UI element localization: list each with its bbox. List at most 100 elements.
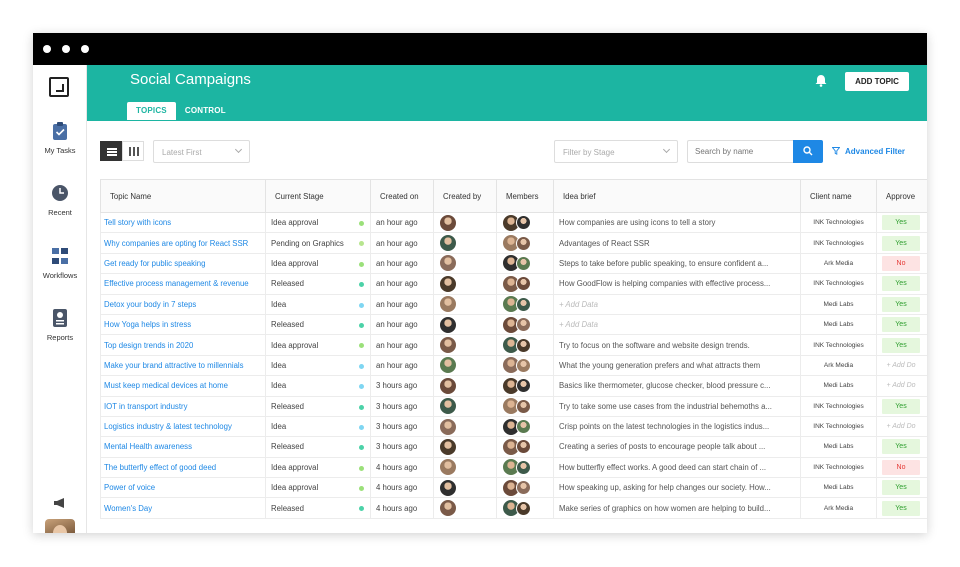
approve-cell[interactable]: Yes [876, 334, 927, 356]
user-avatar[interactable] [45, 519, 75, 533]
window-dot[interactable] [62, 45, 70, 53]
idea-brief-cell[interactable]: Make series of graphics on how women are… [553, 497, 801, 519]
idea-brief-cell[interactable]: Advantages of React SSR [553, 232, 801, 254]
created-by-cell[interactable] [433, 497, 497, 519]
topic-name-cell[interactable]: Women's Day [100, 497, 266, 519]
topic-name-cell[interactable]: Make your brand attractive to millennial… [100, 354, 266, 377]
column-view-button[interactable] [122, 141, 144, 161]
client-name-cell[interactable]: Medi Labs [800, 477, 877, 499]
stage-cell[interactable]: Idea approval [265, 252, 371, 275]
sidebar-item-workflows[interactable]: Workflows [33, 246, 87, 280]
table-row[interactable]: IOT in transport industry Released 3 hours… [100, 395, 927, 417]
stage-cell[interactable]: Idea [265, 354, 371, 377]
client-name-cell[interactable]: INK Technologies [800, 211, 877, 234]
sidebar-item-my-tasks[interactable]: My Tasks [33, 121, 87, 155]
members-cell[interactable] [496, 415, 554, 438]
topic-name-cell[interactable]: Effective process management & revenue [100, 273, 266, 295]
created-by-cell[interactable] [433, 375, 497, 397]
approve-cell[interactable]: + Add Do [876, 354, 927, 377]
approve-cell[interactable]: + Add Do [876, 415, 927, 438]
created-by-cell[interactable] [433, 415, 497, 438]
stage-cell[interactable]: Pending on Graphics [265, 232, 371, 254]
stage-cell[interactable]: Released [265, 395, 371, 417]
stage-cell[interactable]: Released [265, 497, 371, 519]
table-row[interactable]: Make your brand attractive to millennial… [100, 354, 927, 377]
search-button[interactable] [793, 140, 823, 163]
topic-name-cell[interactable]: Logistics industry & latest technology [100, 415, 266, 438]
tab-control[interactable]: CONTROL [176, 102, 235, 120]
topic-name-cell[interactable]: Must keep medical devices at home [100, 375, 266, 397]
column-header[interactable]: Idea brief [553, 179, 801, 213]
app-logo[interactable] [49, 77, 69, 97]
approve-cell[interactable]: Yes [876, 477, 927, 499]
topic-name-cell[interactable]: Get ready for public speaking [100, 252, 266, 275]
idea-brief-cell[interactable]: What the young generation prefers and wh… [553, 354, 801, 377]
approve-cell[interactable]: Yes [876, 497, 927, 519]
members-cell[interactable] [496, 395, 554, 417]
members-cell[interactable] [496, 456, 554, 479]
column-header[interactable]: Current Stage [265, 179, 371, 213]
stage-cell[interactable]: Idea approval [265, 477, 371, 499]
client-name-cell[interactable]: INK Technologies [800, 395, 877, 417]
created-by-cell[interactable] [433, 211, 497, 234]
table-row[interactable]: Detox your body in 7 steps Idea an hour ag… [100, 293, 927, 315]
client-name-cell[interactable]: Medi Labs [800, 313, 877, 336]
client-name-cell[interactable]: INK Technologies [800, 334, 877, 356]
created-by-cell[interactable] [433, 456, 497, 479]
search-input[interactable] [687, 140, 795, 163]
table-row[interactable]: Why companies are opting for React SSR Pe… [100, 232, 927, 254]
client-name-cell[interactable]: INK Technologies [800, 273, 877, 295]
members-cell[interactable] [496, 252, 554, 275]
idea-brief-cell[interactable]: Crisp points on the latest technologies … [553, 415, 801, 438]
advanced-filter-link[interactable]: Advanced Filter [832, 147, 905, 156]
sidebar-item-recent[interactable]: Recent [33, 183, 87, 217]
table-row[interactable]: Tell story with icons Idea approval an hou… [100, 211, 927, 234]
topic-name-cell[interactable]: The butterfly effect of good deed [100, 456, 266, 479]
list-view-button[interactable] [100, 141, 122, 161]
table-row[interactable]: The butterfly effect of good deed Idea ap… [100, 456, 927, 479]
idea-brief-cell[interactable]: Try to focus on the software and website… [553, 334, 801, 356]
approve-cell[interactable]: Yes [876, 293, 927, 315]
approve-cell[interactable]: Yes [876, 395, 927, 417]
client-name-cell[interactable]: INK Technologies [800, 456, 877, 479]
stage-cell[interactable]: Idea approval [265, 456, 371, 479]
members-cell[interactable] [496, 334, 554, 356]
stage-cell[interactable]: Idea approval [265, 334, 371, 356]
column-header[interactable]: Client name [800, 179, 877, 213]
approve-cell[interactable]: Yes [876, 436, 927, 458]
client-name-cell[interactable]: INK Technologies [800, 232, 877, 254]
client-name-cell[interactable]: Ark Media [800, 497, 877, 519]
approve-cell[interactable]: Yes [876, 313, 927, 336]
topic-name-cell[interactable]: Tell story with icons [100, 211, 266, 234]
table-row[interactable]: Effective process management & revenue Re… [100, 273, 927, 295]
idea-brief-cell[interactable]: Steps to take before public speaking, to… [553, 252, 801, 275]
stage-cell[interactable]: Idea [265, 375, 371, 397]
created-by-cell[interactable] [433, 334, 497, 356]
column-header[interactable]: Approve [876, 179, 927, 213]
idea-brief-cell[interactable]: + Add Data [553, 293, 801, 315]
idea-brief-cell[interactable]: How GoodFlow is helping companies with e… [553, 273, 801, 295]
idea-brief-cell[interactable]: Basics like thermometer, glucose checker… [553, 375, 801, 397]
members-cell[interactable] [496, 497, 554, 519]
client-name-cell[interactable]: INK Technologies [800, 415, 877, 438]
tab-topics[interactable]: TOPICS [127, 102, 176, 120]
table-row[interactable]: Power of voice Idea approval 4 hours ago Ho… [100, 477, 927, 499]
table-row[interactable]: Women's Day Released 4 hours ago Make serie… [100, 497, 927, 519]
column-header[interactable]: Created on [370, 179, 434, 213]
column-header[interactable]: Members [496, 179, 554, 213]
stage-cell[interactable]: Released [265, 436, 371, 458]
created-by-cell[interactable] [433, 436, 497, 458]
table-row[interactable]: Logistics industry & latest technology Id… [100, 415, 927, 438]
bell-icon[interactable] [815, 74, 827, 87]
stage-cell[interactable]: Released [265, 313, 371, 336]
members-cell[interactable] [496, 273, 554, 295]
created-by-cell[interactable] [433, 313, 497, 336]
column-header[interactable]: Created by [433, 179, 497, 213]
add-topic-button[interactable]: ADD TOPIC [845, 72, 909, 91]
idea-brief-cell[interactable]: How companies are using icons to tell a … [553, 211, 801, 234]
client-name-cell[interactable]: Medi Labs [800, 375, 877, 397]
window-dot[interactable] [81, 45, 89, 53]
window-dot[interactable] [43, 45, 51, 53]
approve-cell[interactable]: Yes [876, 232, 927, 254]
stage-cell[interactable]: Released [265, 273, 371, 295]
